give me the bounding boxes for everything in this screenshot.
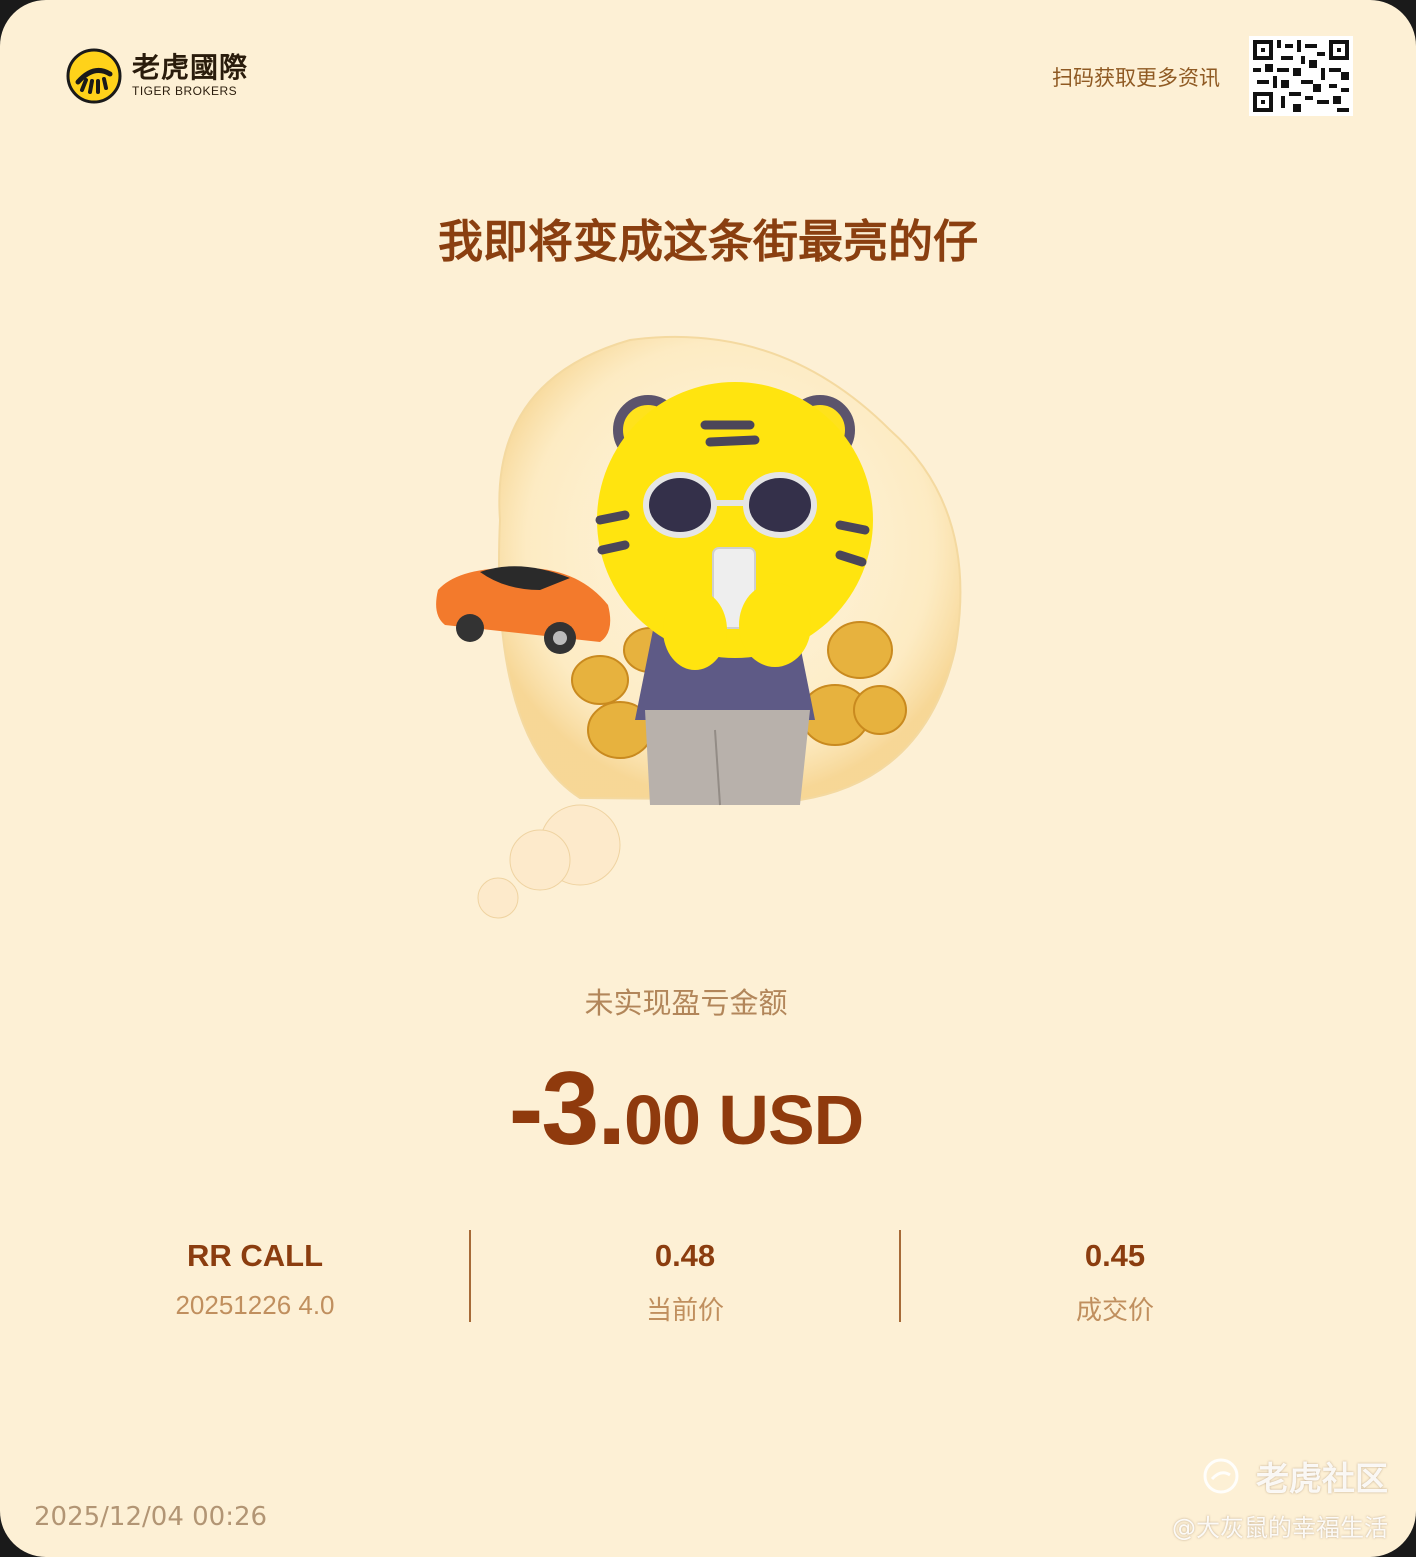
timestamp: 2025/12/04 00:26 [34, 1502, 268, 1532]
community-watermark: 老虎社区 [1202, 1452, 1388, 1500]
tiger-brokers-logo: 老虎國際 TIGER BROKERS [66, 48, 248, 104]
community-brand: 老虎社区 [1256, 1459, 1388, 1498]
contract-expiry-strike: 20251226 4.0 [175, 1290, 335, 1320]
tiger-logo-icon [66, 48, 122, 104]
tiger-mascot-illustration [436, 335, 962, 919]
unrealized-pnl-value: -3.00 USD [0, 1050, 1372, 1169]
logo-english-name: TIGER BROKERS [132, 84, 238, 98]
unrealized-pnl-label: 未实现盈亏金额 [584, 986, 788, 1020]
user-watermark: @大灰鼠的幸福生活 [1172, 1514, 1388, 1542]
filled-price-value: 0.45 [1084, 1238, 1146, 1273]
contract-name: RR CALL [186, 1238, 324, 1273]
current-price-value: 0.48 [654, 1238, 716, 1273]
contract-stat: RR CALL 20251226 4.0 [40, 1230, 470, 1322]
filled-price-label: 成交价 [1075, 1296, 1154, 1326]
filled-price-stat: 0.45 成交价 [900, 1230, 1330, 1326]
current-price-stat: 0.48 当前价 [470, 1230, 900, 1326]
qr-code[interactable] [1249, 36, 1353, 116]
current-price-label: 当前价 [645, 1296, 724, 1326]
logo-chinese-name: 老虎國際 [132, 51, 249, 84]
share-card: 老虎國際 TIGER BROKERS 扫码获取更多资讯 我即将变成这条街最亮的仔 [0, 0, 1416, 1557]
position-stats: RR CALL 20251226 4.0 0.48 当前价 0.45 成交价 [40, 1230, 1330, 1326]
headline-title: 我即将变成这条街最亮的仔 [437, 215, 978, 268]
scan-qr-hint: 扫码获取更多资讯 [1052, 66, 1220, 90]
pnl-decimal-and-currency: 00 USD [624, 1081, 864, 1159]
tiger-community-icon [1203, 1458, 1239, 1494]
pnl-integer-part: -3. [508, 1051, 626, 1167]
